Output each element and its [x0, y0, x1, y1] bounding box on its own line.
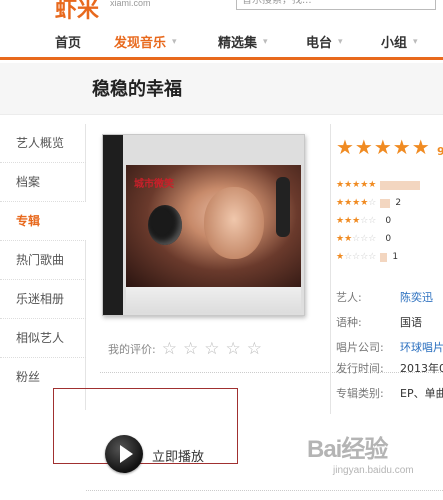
sidebar-item-profile[interactable]: 档案	[0, 163, 86, 202]
play-icon	[119, 445, 133, 463]
star-outline-icon[interactable]: ☆	[183, 339, 198, 359]
star-rating-icon: ★☆☆☆☆	[336, 252, 377, 262]
page-title: 稳稳的幸福	[92, 79, 182, 100]
nav-label: 发现音乐	[114, 36, 167, 51]
play-now-link[interactable]: 立即播放	[152, 446, 204, 465]
star-rating-icon: ★★★★★	[336, 180, 377, 190]
rating-count: 1	[392, 252, 399, 262]
rating-row-2: ★★☆☆☆ 0	[336, 232, 391, 246]
rating-bar	[380, 252, 388, 262]
info-row-label: 唱片公司: 环球唱片	[336, 337, 443, 359]
watermark: Bai经验 jingyan.baidu.com	[305, 425, 443, 495]
nav-label: 小组	[381, 36, 408, 51]
info-value: 国语	[400, 316, 422, 329]
rating-bar	[380, 198, 391, 208]
info-key: 唱片公司:	[336, 341, 384, 354]
nav-item-home[interactable]: 首页	[55, 32, 81, 51]
rating-row-1: ★☆☆☆☆ 1	[336, 250, 398, 264]
headphones	[276, 177, 290, 237]
microphone	[148, 205, 182, 245]
chevron-down-icon: ▾	[263, 36, 268, 47]
record-label-link[interactable]: 环球唱片	[400, 337, 443, 359]
highlight-annotation	[53, 388, 238, 464]
rating-count: 0	[385, 216, 392, 226]
sidebar-item-hot-songs[interactable]: 热门歌曲	[0, 241, 86, 280]
info-key: 发行时间:	[336, 362, 384, 375]
info-row-artist: 艺人: 陈奕迅	[336, 287, 433, 309]
rating-bar	[380, 180, 421, 190]
chevron-down-icon: ▾	[338, 36, 343, 47]
album-cover[interactable]: 城市微笑	[102, 134, 305, 316]
info-key: 语种:	[336, 316, 362, 329]
sidebar-item-artist-overview[interactable]: 艺人概览	[0, 124, 86, 163]
rating-count: 0	[385, 234, 392, 244]
play-button[interactable]	[105, 435, 143, 473]
info-row-album-type: 专辑类别: EP、单曲	[336, 383, 443, 405]
artist-link[interactable]: 陈奕迅	[400, 287, 433, 309]
info-row-language: 语种: 国语	[336, 312, 422, 334]
divider	[86, 490, 443, 491]
nav-item-discover[interactable]: 发现音乐 ▾	[114, 32, 177, 51]
singer-face	[204, 187, 264, 259]
star-outline-icon[interactable]: ☆	[204, 339, 219, 359]
info-row-release-date: 发行时间: 2013年0	[336, 358, 443, 380]
my-rating-label: 我的评价:	[108, 343, 156, 356]
star-outline-icon[interactable]: ☆	[225, 339, 240, 359]
sidebar-item-similar-artists[interactable]: 相似艺人	[0, 319, 86, 358]
cd-case-bottom	[126, 287, 301, 313]
rating-row-5: ★★★★★	[336, 178, 425, 192]
site-logo[interactable]: 虾米	[55, 0, 99, 24]
chevron-down-icon: ▾	[172, 36, 177, 47]
search-input[interactable]: 音乐搜索，找...	[236, 0, 436, 10]
watermark-url: jingyan.baidu.com	[333, 465, 414, 476]
cover-photo: 城市微笑	[126, 165, 301, 287]
watermark-text: Bai经验	[307, 436, 388, 463]
star-outline-icon[interactable]: ☆	[247, 339, 262, 359]
star-rating-icon: ★★☆☆☆	[336, 234, 377, 244]
star-outline-icon[interactable]: ☆	[162, 339, 177, 359]
nav-label: 精选集	[218, 36, 258, 51]
star-rating-icon: ★★★★☆	[336, 198, 377, 208]
info-value: EP、单曲	[400, 387, 443, 400]
top-header: 虾米 xiami.com 音乐搜索，找...	[0, 0, 443, 24]
nav-item-groups[interactable]: 小组 ▾	[381, 32, 418, 51]
overall-rating-stars: ★★★★★	[336, 135, 431, 159]
nav-label: 电台	[306, 36, 333, 51]
info-value: 2013年0	[400, 362, 443, 375]
nav-label: 首页	[55, 36, 82, 51]
chevron-down-icon: ▾	[413, 36, 418, 47]
rating-row-3: ★★★☆☆ 0	[336, 214, 391, 228]
sidebar-item-fan-photos[interactable]: 乐迷相册	[0, 280, 86, 319]
main-nav: 首页 发现音乐 ▾ 精选集 ▾ 电台 ▾ 小组 ▾	[0, 24, 443, 60]
info-key: 专辑类别:	[336, 387, 384, 400]
nav-item-collections[interactable]: 精选集 ▾	[218, 32, 268, 51]
sidebar-item-albums[interactable]: 专辑	[0, 202, 86, 241]
cd-case-spine	[103, 135, 123, 315]
overall-score: 9	[437, 145, 443, 158]
rating-count: 2	[395, 198, 402, 208]
site-logo-sub: xiami.com	[110, 0, 151, 8]
info-key: 艺人:	[336, 291, 362, 304]
rating-row-4: ★★★★☆ 2	[336, 196, 401, 210]
album-titlebar: 稳稳的幸福	[0, 63, 443, 115]
sidebar: 艺人概览 档案 专辑 热门歌曲 乐迷相册 相似艺人 粉丝	[0, 124, 86, 410]
cover-text: 城市微笑	[134, 179, 174, 190]
star-rating-icon: ★★★☆☆	[336, 216, 377, 226]
nav-item-radio[interactable]: 电台 ▾	[306, 32, 343, 51]
my-rating: 我的评价: ☆ ☆ ☆ ☆ ☆	[108, 339, 262, 359]
